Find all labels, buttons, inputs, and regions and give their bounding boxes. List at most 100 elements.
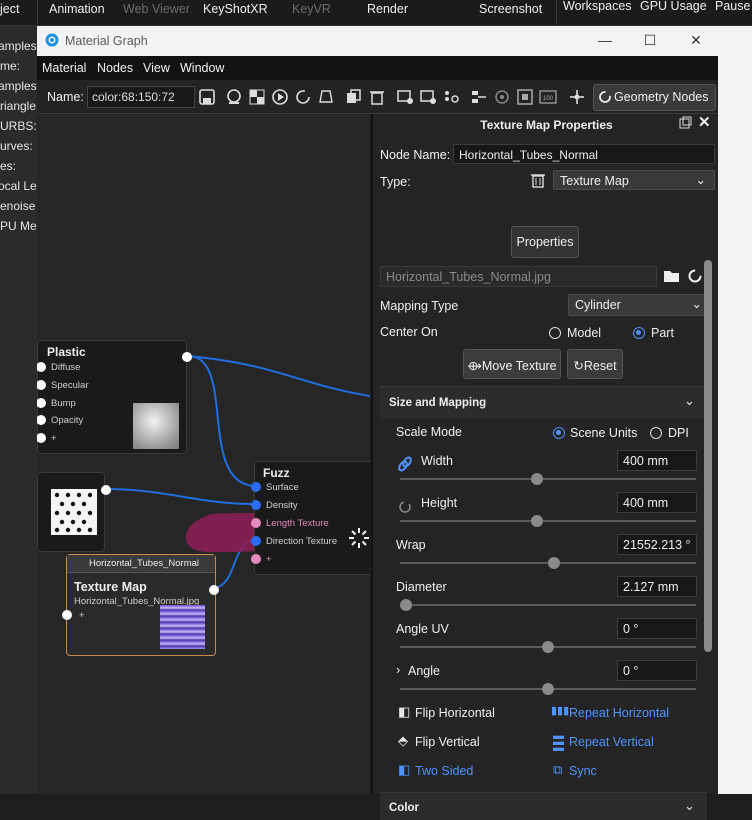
angle-slider-track[interactable] xyxy=(400,683,696,695)
checker-icon[interactable] xyxy=(247,87,267,107)
height-slider-knob[interactable] xyxy=(531,515,543,527)
port-dot[interactable] xyxy=(37,433,46,443)
output-port-dot[interactable] xyxy=(209,585,219,595)
angle-input[interactable]: 0 ° xyxy=(617,660,697,681)
sync-toggle[interactable]: ⧉ Sync xyxy=(553,762,633,782)
color-section-header[interactable]: Color ⌄ xyxy=(380,792,707,820)
play-icon[interactable] xyxy=(270,87,290,107)
diameter-slider-knob[interactable] xyxy=(400,599,412,611)
refresh-icon[interactable] xyxy=(293,87,313,107)
port-dot[interactable] xyxy=(251,536,261,546)
node-add-icon[interactable] xyxy=(395,87,415,107)
tab-keyshotxr[interactable]: KeyShotXR xyxy=(203,0,268,24)
properties-button[interactable]: Properties xyxy=(511,226,579,258)
angle-uv-input[interactable]: 0 ° xyxy=(617,618,697,639)
sync-rotate-icon[interactable] xyxy=(398,500,412,514)
link-chain-icon[interactable] xyxy=(398,456,412,472)
flip-horizontal-toggle[interactable]: ◧ Flip Horizontal xyxy=(398,704,508,724)
tab-workspaces[interactable]: Workspaces xyxy=(563,0,632,21)
menu-nodes[interactable]: Nodes xyxy=(97,61,133,75)
node-link-icon[interactable] xyxy=(441,87,461,107)
port-dot[interactable] xyxy=(251,518,261,528)
port-dot[interactable] xyxy=(251,500,261,510)
diameter-input[interactable]: 2.127 mm xyxy=(617,576,697,597)
duplicate-icon[interactable] xyxy=(344,87,364,107)
chevron-right-icon[interactable]: › xyxy=(396,662,400,677)
delete-icon[interactable] xyxy=(367,87,387,107)
tab-screenshot[interactable]: Screenshot xyxy=(479,0,542,24)
flip-vertical-toggle[interactable]: ⬘ Flip Vertical xyxy=(398,733,508,753)
radio-model[interactable] xyxy=(549,327,561,339)
dots-texture-node[interactable] xyxy=(37,472,111,552)
menu-view[interactable]: View xyxy=(143,61,170,75)
reload-icon[interactable] xyxy=(686,267,704,285)
width-slider-knob[interactable] xyxy=(531,473,543,485)
radio-scene-units[interactable] xyxy=(553,427,565,439)
radio-dpi[interactable] xyxy=(650,427,662,439)
tab-gpu-usage[interactable]: GPU Usage xyxy=(640,0,707,21)
folder-icon[interactable] xyxy=(663,267,681,285)
frame-icon[interactable] xyxy=(515,87,535,107)
output-port-dot[interactable] xyxy=(182,352,192,362)
tab-project[interactable]: ject xyxy=(0,0,19,24)
repeat-vertical-toggle[interactable]: ▬ ▬ ▬ Repeat Vertical xyxy=(553,731,683,754)
port-dot[interactable] xyxy=(37,380,46,390)
fuzz-node[interactable]: Fuzz Surface Density Length Texture Dire… xyxy=(251,461,370,575)
menu-material[interactable]: Material xyxy=(42,61,86,75)
tab-web-viewer[interactable]: Web Viewer xyxy=(123,0,190,24)
type-dropdown[interactable]: Texture Map ⌄ xyxy=(553,170,715,190)
output-port-dot[interactable] xyxy=(101,485,111,495)
node-graph-canvas[interactable]: Plastic Diffuse Specular Bump Opacity + xyxy=(37,114,370,794)
port-dot[interactable] xyxy=(251,482,261,492)
material-ball-icon[interactable] xyxy=(224,87,244,107)
minimize-icon[interactable]: — xyxy=(596,32,614,48)
port-dot[interactable] xyxy=(62,610,72,620)
texture-file-input[interactable]: Horizontal_Tubes_Normal.jpg xyxy=(380,266,657,287)
zoom-100-icon[interactable]: 100 xyxy=(538,87,558,107)
port-dot[interactable] xyxy=(37,362,46,372)
name-input[interactable]: color:68:150:72 xyxy=(87,86,195,108)
texture-map-node[interactable]: Horizontal_Tubes_Normal Texture Map Hori… xyxy=(62,554,219,656)
wrap-slider-knob[interactable] xyxy=(548,557,560,569)
move-texture-button[interactable]: ⟴Move Texture xyxy=(463,349,561,379)
wrap-input[interactable]: 21552.213 ° xyxy=(617,534,697,555)
geometry-nodes-button[interactable]: Geometry Nodes xyxy=(593,84,716,111)
repeat-horizontal-toggle[interactable]: ▮▮▮ Repeat Horizontal xyxy=(551,704,681,724)
undock-icon[interactable] xyxy=(679,116,692,129)
tab-pause[interactable]: Pause xyxy=(715,0,750,21)
two-sided-toggle[interactable]: ◧ Two Sided xyxy=(398,762,508,782)
align-icon[interactable] xyxy=(469,87,489,107)
angle-uv-slider-knob[interactable] xyxy=(542,641,554,653)
close-icon[interactable]: ✕ xyxy=(698,113,711,131)
width-slider-track[interactable] xyxy=(400,473,696,485)
height-input[interactable]: 400 mm xyxy=(617,492,697,513)
wrap-slider-track[interactable] xyxy=(400,557,696,569)
angle-uv-slider-track[interactable] xyxy=(400,641,696,653)
tab-animation[interactable]: Animation xyxy=(49,0,105,24)
height-slider-track[interactable] xyxy=(400,515,696,527)
target-icon[interactable] xyxy=(492,87,512,107)
node-name-input[interactable]: Horizontal_Tubes_Normal xyxy=(453,144,715,164)
scrollbar[interactable] xyxy=(704,260,712,652)
port-dot[interactable] xyxy=(251,554,261,564)
angle-slider-knob[interactable] xyxy=(542,683,554,695)
menu-window[interactable]: Window xyxy=(180,61,224,75)
mapping-type-dropdown[interactable]: Cylinder ⌄ xyxy=(568,294,710,316)
reset-button[interactable]: ↻Reset xyxy=(567,349,623,379)
radio-part[interactable] xyxy=(633,327,645,339)
node-remove-icon[interactable] xyxy=(418,87,438,107)
lamp-icon[interactable] xyxy=(316,87,336,107)
trash-icon[interactable] xyxy=(530,172,546,188)
tab-render[interactable]: Render xyxy=(367,0,408,24)
close-icon[interactable]: ✕ xyxy=(687,32,705,49)
width-input[interactable]: 400 mm xyxy=(617,450,697,471)
tab-keyvr[interactable]: KeyVR xyxy=(292,0,331,24)
port-dot[interactable] xyxy=(37,398,46,408)
maximize-icon[interactable]: ☐ xyxy=(641,32,659,49)
diameter-slider-track[interactable] xyxy=(400,599,696,611)
save-icon[interactable] xyxy=(197,87,217,107)
port-dot[interactable] xyxy=(37,415,46,425)
plastic-node[interactable]: Plastic Diffuse Specular Bump Opacity + xyxy=(37,340,192,454)
route-icon[interactable] xyxy=(567,87,587,107)
size-mapping-section-header[interactable]: Size and Mapping ⌄ xyxy=(380,386,707,418)
